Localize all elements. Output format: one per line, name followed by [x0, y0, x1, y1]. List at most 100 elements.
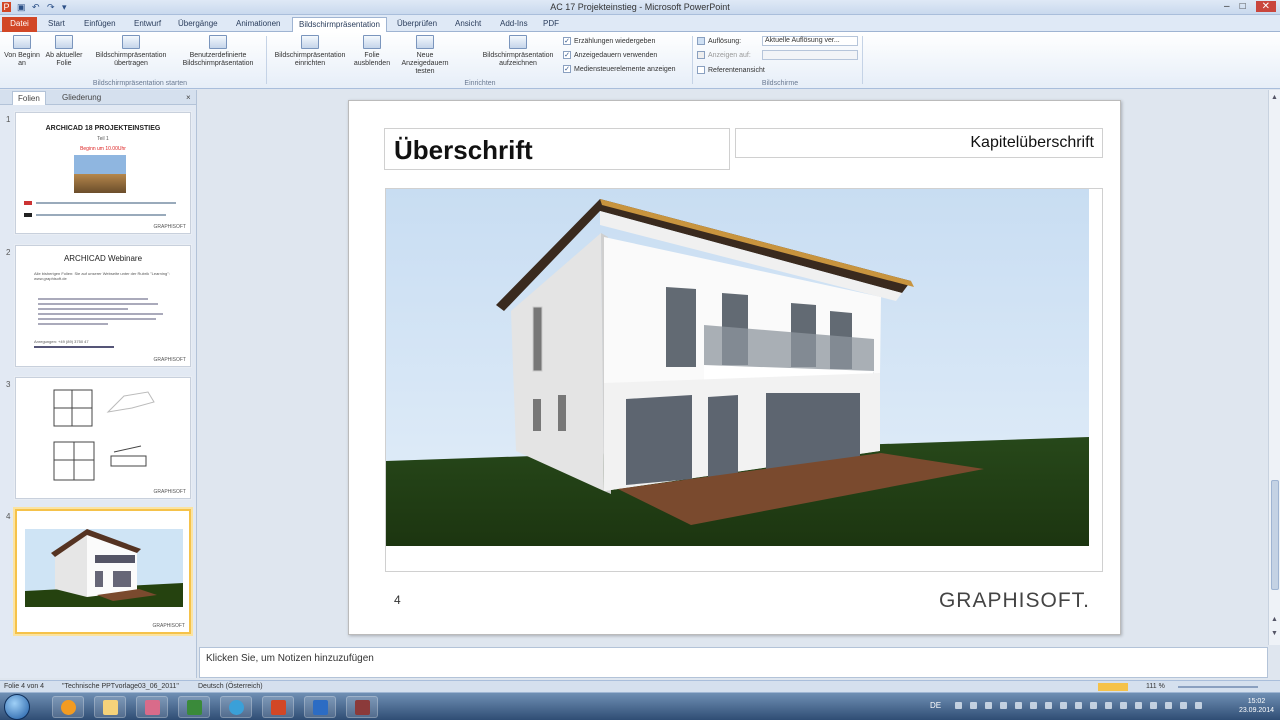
tab-slides[interactable]: Folien	[12, 91, 46, 105]
image-placeholder[interactable]	[385, 188, 1103, 572]
thumbnail-number: 4	[6, 512, 11, 521]
tab-uebergaenge[interactable]: Übergänge	[178, 17, 218, 32]
group-separator	[692, 36, 693, 84]
tray-icon[interactable]	[1060, 702, 1067, 709]
tray-icon[interactable]	[1150, 702, 1157, 709]
tray-icon[interactable]	[1075, 702, 1082, 709]
slide-thumbnail-1[interactable]: ARCHICAD 18 PROJEKTEINSTIEG Teil 1 Begin…	[15, 112, 191, 234]
show-on-dropdown[interactable]	[762, 50, 858, 60]
checkbox-presenter-view[interactable]: Referentenansicht	[697, 66, 765, 74]
tray-icon[interactable]	[955, 702, 962, 709]
powerpoint-icon	[271, 700, 286, 715]
thumbnail-number: 1	[6, 115, 11, 124]
resolution-label: Auflösung:	[697, 37, 741, 45]
view-buttons[interactable]	[1098, 683, 1128, 691]
tray-icon[interactable]	[1015, 702, 1022, 709]
status-bar: Folie 4 von 4 "Technische PPTvorlage03_0…	[0, 680, 1280, 692]
slide-thumbnail-4[interactable]: GRAPHISOFT	[15, 509, 191, 634]
tray-icon[interactable]	[1165, 702, 1172, 709]
tray-icon[interactable]	[1195, 702, 1202, 709]
scroll-thumb[interactable]	[1271, 480, 1279, 590]
maximize-button[interactable]: □	[1240, 1, 1246, 12]
broadcast-slideshow-button[interactable]: Bildschirmpräsentation übertragen	[88, 35, 174, 68]
tray-icon[interactable]	[970, 702, 977, 709]
thumbnail-house-photo	[74, 155, 126, 193]
group-separator	[862, 36, 863, 84]
zoom-slider[interactable]	[1178, 686, 1258, 688]
notes-pane[interactable]: Klicken Sie, um Notizen hinzuzufügen	[199, 647, 1268, 678]
start-button[interactable]	[4, 694, 30, 720]
next-slide-icon[interactable]: ▼	[1271, 630, 1278, 637]
language-indicator[interactable]: DE	[930, 701, 941, 710]
tab-bildschirmpraesentation[interactable]: Bildschirmpräsentation	[292, 17, 387, 32]
tab-add-ins[interactable]: Add-Ins	[500, 17, 528, 32]
tray-icon[interactable]	[1030, 702, 1037, 709]
tab-entwurf[interactable]: Entwurf	[134, 17, 161, 32]
thumbnail-title: ARCHICAD 18 PROJEKTEINSTIEG	[45, 125, 161, 132]
thumbnail-red-text: Beginn um 10.00Uhr	[80, 146, 126, 152]
title-bar: P ▣ ↶ ↷ ▾ AC 17 Projekteinstieg - Micros…	[0, 0, 1280, 15]
resolution-dropdown[interactable]: Aktuelle Auflösung ver...	[762, 36, 858, 46]
close-button[interactable]: ✕	[1255, 1, 1276, 12]
thumbnail-text-line	[34, 346, 114, 348]
tray-icon[interactable]	[1135, 702, 1142, 709]
scroll-up-icon[interactable]: ▲	[1271, 94, 1278, 102]
thumbnail-brand: GRAPHISOFT	[153, 357, 186, 363]
ribbon: Von Beginn an Ab aktueller Folie Bildsch…	[0, 32, 1280, 89]
taskbar-app-1[interactable]	[136, 696, 168, 718]
tab-start[interactable]: Start	[48, 17, 65, 32]
taskbar-media-player[interactable]	[52, 696, 84, 718]
tab-datei[interactable]: Datei	[2, 17, 37, 32]
minimize-button[interactable]: –	[1224, 1, 1230, 12]
zoom-level[interactable]: 111 %	[1146, 683, 1165, 690]
setup-icon	[301, 35, 319, 49]
clock[interactable]: 15:02 23.09.2014	[1239, 697, 1274, 715]
setup-slideshow-button[interactable]: Bildschirmpräsentation einrichten	[268, 35, 352, 68]
taskbar-explorer[interactable]	[94, 696, 126, 718]
theme-name[interactable]: "Technische PPTvorlage03_06_2011"	[62, 683, 179, 690]
tab-einfuegen[interactable]: Einfügen	[84, 17, 116, 32]
chapter-placeholder[interactable]: Kapitelüberschrift	[735, 128, 1103, 158]
tray-icon[interactable]	[1045, 702, 1052, 709]
taskbar-app-4[interactable]	[346, 696, 378, 718]
taskbar-app-2[interactable]	[178, 696, 210, 718]
slideshow-current-icon	[55, 35, 73, 49]
taskbar-app-3[interactable]	[304, 696, 336, 718]
tab-ueberpruefen[interactable]: Überprüfen	[397, 17, 437, 32]
rehearse-timings-button[interactable]: Neue Anzeigedauern testen	[400, 35, 450, 76]
tab-outline[interactable]: Gliederung	[62, 93, 101, 102]
previous-slide-icon[interactable]: ▲	[1271, 616, 1278, 623]
brand-logo: GRAPHISOFT.	[938, 589, 1090, 612]
language-indicator[interactable]: Deutsch (Österreich)	[198, 683, 263, 690]
window-title: AC 17 Projekteinstieg - Microsoft PowerP…	[550, 2, 730, 12]
thumbnail-number: 2	[6, 248, 11, 257]
vertical-scrollbar[interactable]: ▲ ▲ ▼	[1268, 90, 1280, 645]
tab-animationen[interactable]: Animationen	[236, 17, 280, 32]
tray-icon[interactable]	[1180, 702, 1187, 709]
tray-icon[interactable]	[985, 702, 992, 709]
tray-icon[interactable]	[1090, 702, 1097, 709]
from-beginning-button[interactable]: Von Beginn an	[2, 35, 42, 68]
record-slideshow-button[interactable]: Bildschirmpräsentation aufzeichnen	[476, 35, 560, 68]
current-slide: Überschrift Kapitelüberschrift 4 GRAPHIS…	[348, 100, 1121, 635]
checkbox-show-media-controls[interactable]: ✓ Mediensteuerelemente anzeigen	[563, 65, 676, 73]
slide-title: Überschrift	[394, 135, 533, 165]
chapter-title: Kapitelüberschrift	[970, 134, 1094, 151]
checkbox-use-timings[interactable]: ✓ Anzeigedauern verwenden	[563, 51, 657, 59]
taskbar-browser[interactable]	[220, 696, 252, 718]
slide-thumbnail-2[interactable]: ARCHICAD Webinare Alle bisherigen Folien…	[15, 245, 191, 367]
slide-thumbnail-3[interactable]: GRAPHISOFT	[15, 377, 191, 499]
tray-icon[interactable]	[1000, 702, 1007, 709]
tray-icon[interactable]	[1105, 702, 1112, 709]
tab-pdf[interactable]: PDF	[543, 17, 559, 32]
custom-slideshow-button[interactable]: Benutzerdefinierte Bildschirmpräsentatio…	[174, 35, 262, 68]
panel-close-button[interactable]: ×	[186, 93, 191, 102]
checkbox-play-narrations[interactable]: ✓ Erzählungen wiedergeben	[563, 37, 655, 45]
tab-ansicht[interactable]: Ansicht	[455, 17, 481, 32]
tray-icon[interactable]	[1120, 702, 1127, 709]
hide-slide-button[interactable]: Folie ausblenden	[352, 35, 392, 68]
from-current-slide-button[interactable]: Ab aktueller Folie	[44, 35, 84, 68]
title-placeholder[interactable]: Überschrift	[384, 128, 730, 170]
thumbnail-brand: GRAPHISOFT	[153, 489, 186, 495]
taskbar-powerpoint[interactable]	[262, 696, 294, 718]
